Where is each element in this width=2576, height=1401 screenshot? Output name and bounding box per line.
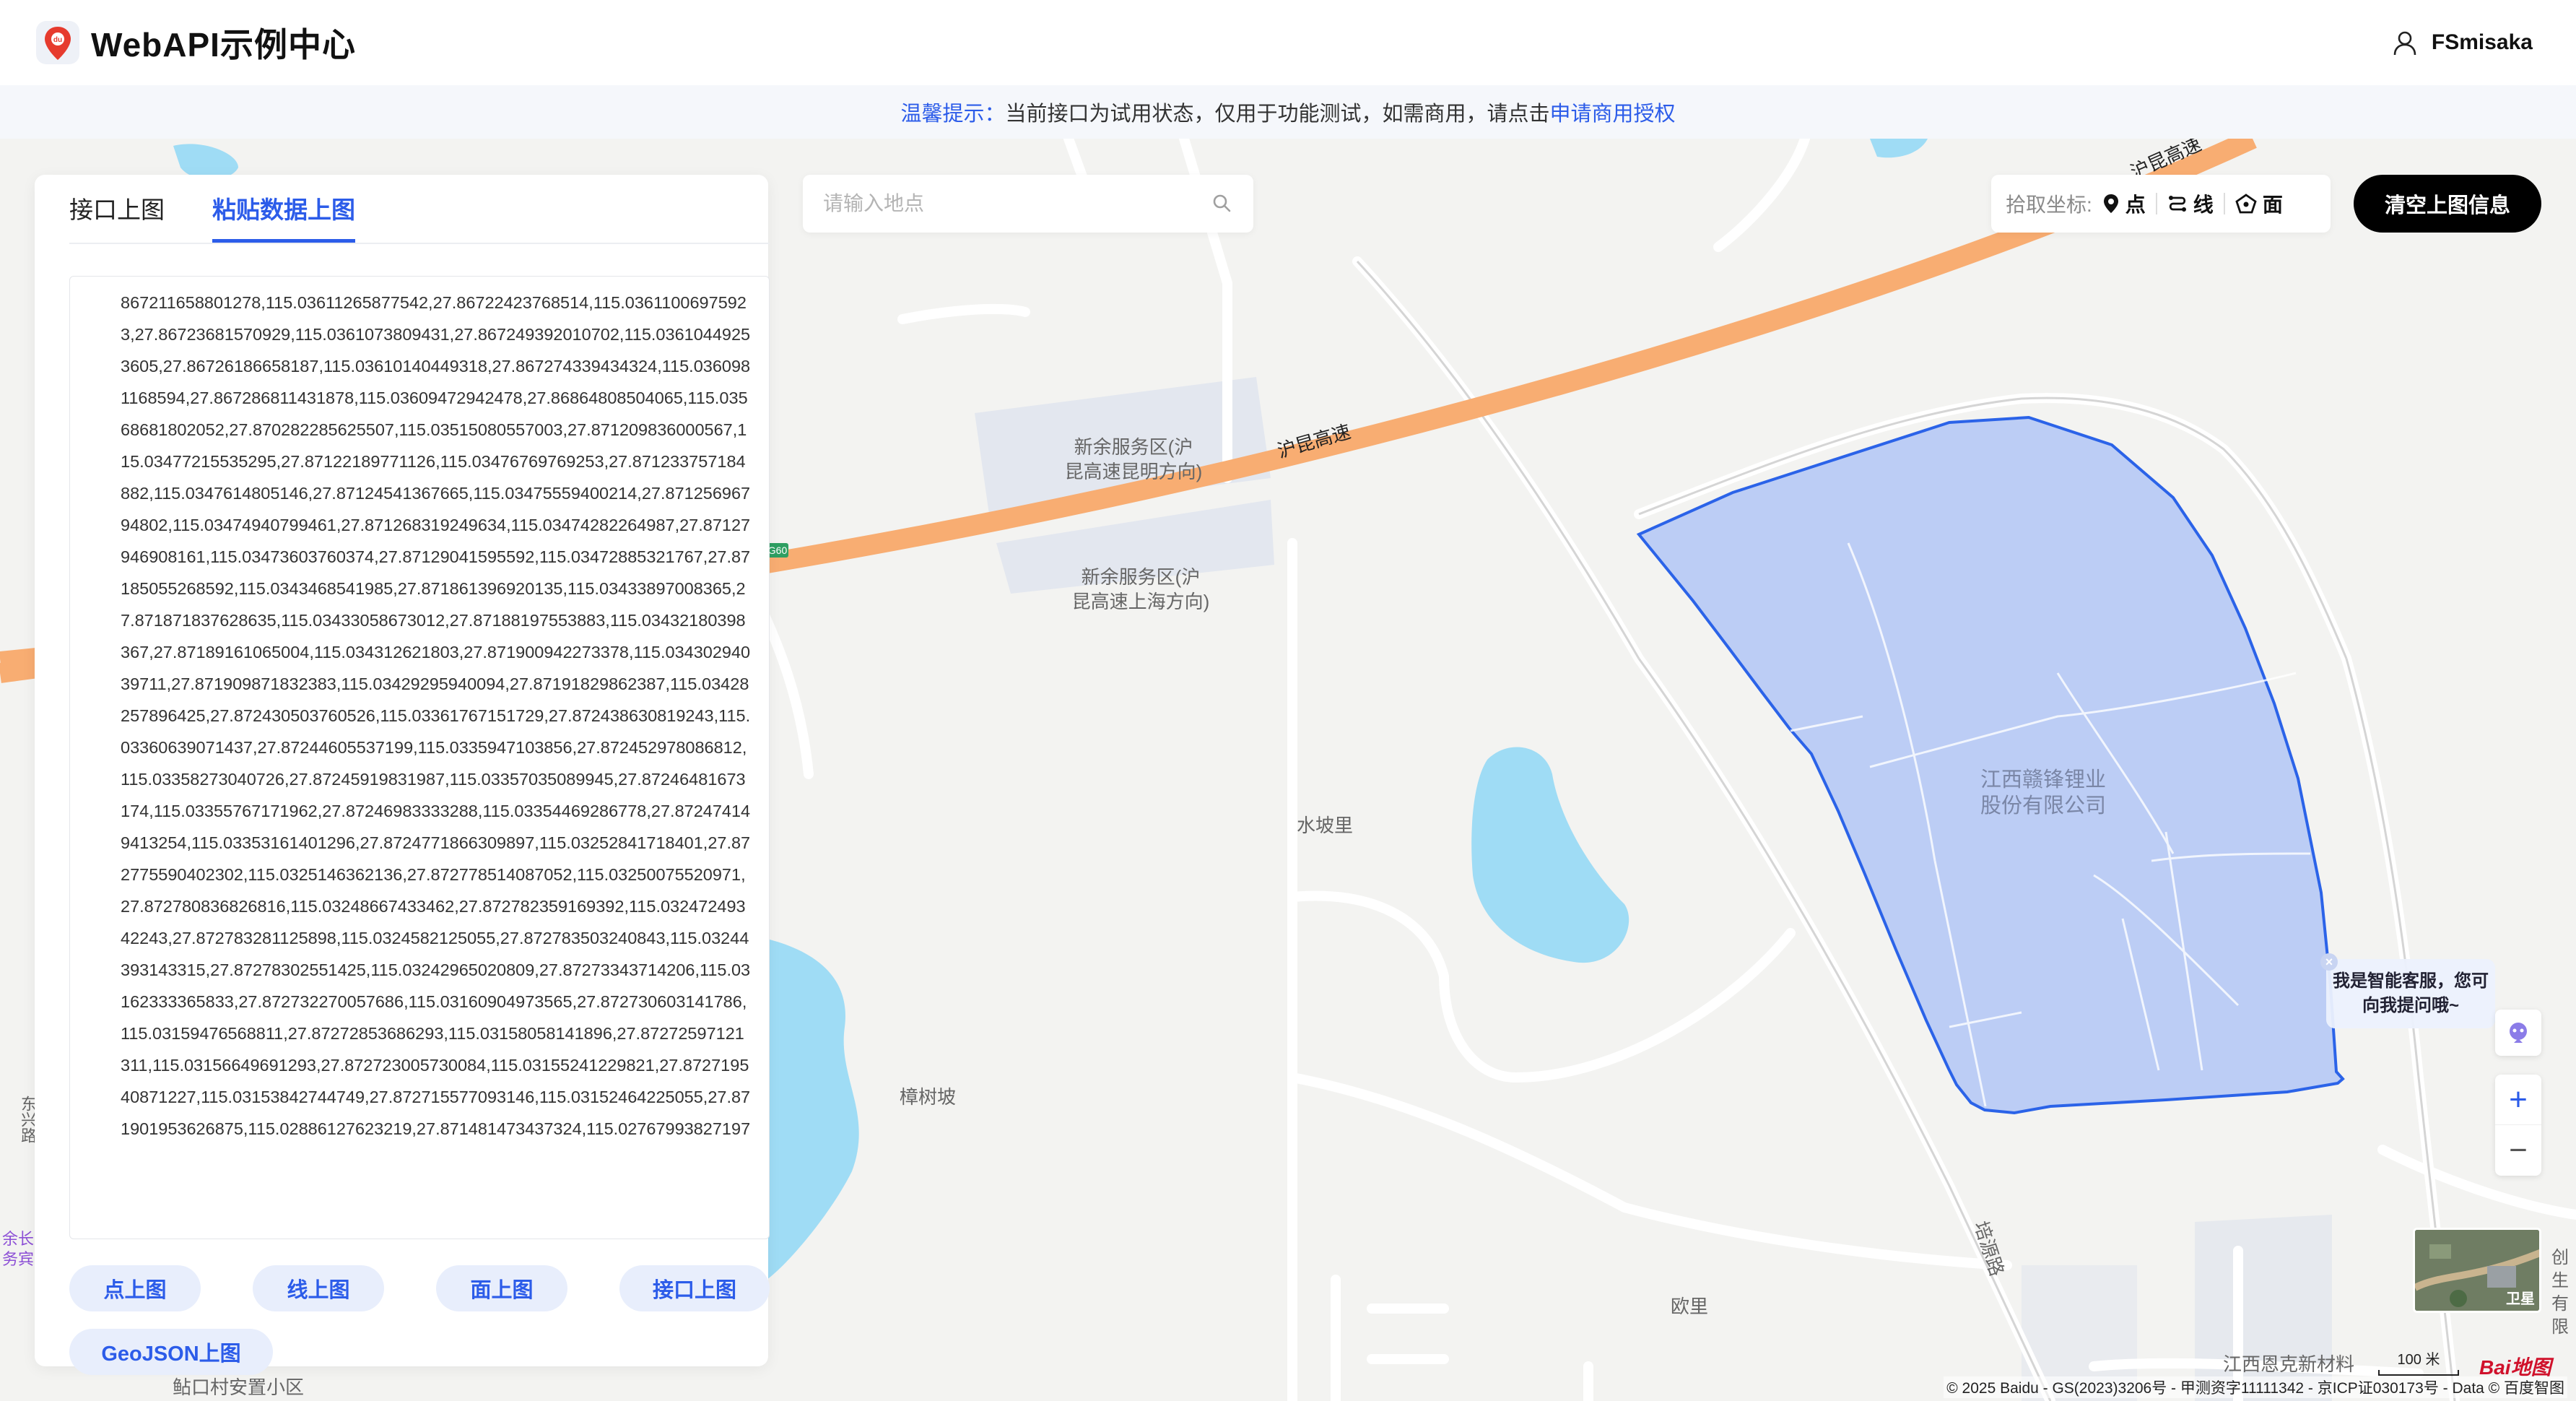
map-label-service-area-kunming[interactable]: 新余服务区(沪 昆高速昆明方向) (1040, 435, 1227, 484)
route-line-icon (2168, 196, 2186, 212)
data-panel: 接口上图 粘贴数据上图 8672116588012​78,115.0361126… (35, 175, 770, 1375)
user-menu[interactable]: FSmisaka (2391, 29, 2533, 56)
map-label-shuipoli[interactable]: 水坡里 (1285, 813, 1365, 838)
zoom-out-button[interactable]: − (2495, 1125, 2541, 1176)
panel-tabs: 接口上图 粘贴数据上图 (69, 175, 770, 244)
clear-map-button[interactable]: 清空上图信息 (2354, 175, 2541, 233)
map-label-ouli[interactable]: 欧里 (1661, 1294, 1718, 1319)
point-upload-button[interactable]: 点上图 (69, 1265, 201, 1311)
user-icon (2393, 31, 2416, 56)
zoom-control: + − (2495, 1075, 2541, 1176)
pick-point-option[interactable]: 点 (2102, 189, 2146, 218)
search-icon[interactable] (1211, 193, 1233, 214)
ai-assistant-icon[interactable] (2495, 1010, 2541, 1056)
picker-label: 拾取坐标: (2006, 194, 2092, 216)
baidu-map-pin-logo-icon: du (35, 19, 81, 66)
highway-shield: G60 (767, 543, 788, 558)
geojson-upload-button[interactable]: GeoJSON上图 (69, 1329, 273, 1375)
line-upload-button[interactable]: 线上图 (253, 1265, 384, 1311)
coordinate-textarea-content[interactable]: 8672116588012​78,115.03611265877542,27.8… (70, 277, 769, 1239)
brand[interactable]: du WebAPI示例中心 (35, 19, 356, 66)
place-search-input[interactable] (823, 192, 1211, 215)
map-label-left-poi[interactable]: 余长 务宾 (0, 1229, 36, 1270)
upload-button-row: 点上图 线上图 面上图 接口上图 (69, 1265, 770, 1311)
picker-divider (2155, 193, 2157, 214)
apply-license-link[interactable]: 申请商用授权 (1550, 97, 1676, 127)
polygon-icon (2235, 194, 2257, 214)
svg-text:du: du (53, 36, 62, 44)
place-search-box[interactable] (803, 175, 1253, 233)
close-icon[interactable]: × (2320, 953, 2338, 971)
tab-api-upload[interactable]: 接口上图 (69, 191, 165, 243)
ai-assistant-bubble[interactable]: × 我是智能客服，您可向我提问哦~ (2320, 953, 2495, 1028)
polygon-upload-button[interactable]: 面上图 (436, 1265, 567, 1311)
api-upload-button[interactable]: 接口上图 (619, 1265, 770, 1311)
username: FSmisaka (2431, 30, 2533, 54)
map-label-company[interactable]: 江西赣锋锂业 股份有限公司 (1949, 767, 2137, 819)
map-label-service-area-shanghai[interactable]: 新余服务区(沪 昆高速上海方向) (1047, 565, 1235, 614)
map-label-zhangshupo[interactable]: 樟树坡 (888, 1085, 967, 1109)
ai-assistant-text: 我是智能客服，您可向我提问哦~ (2333, 971, 2489, 1015)
pick-line-option[interactable]: 线 (2167, 189, 2214, 218)
uploaded-polygon (1636, 415, 2345, 1115)
map-label-dongxing-road: 东兴路 (19, 1096, 37, 1143)
satellite-toggle[interactable]: 卫星 (2413, 1228, 2541, 1313)
robot-icon (2510, 1023, 2527, 1043)
tab-paste-data[interactable]: 粘贴数据上图 (212, 191, 355, 243)
notice-text: 当前接口为试用状态，仅用于功能测试，如需商用，请点击 (1005, 103, 1550, 126)
picker-divider (2223, 193, 2225, 214)
location-pin-icon (2103, 194, 2118, 213)
trial-notice: 温馨提示： 当前接口为试用状态，仅用于功能测试，如需商用，请点击 申请商用授权 (0, 85, 2576, 139)
map-label-enke[interactable]: 江西恩克新材料 (2202, 1352, 2375, 1376)
map-label-village[interactable]: 鲇口村安置小区 (152, 1375, 325, 1400)
pick-polygon-option[interactable]: 面 (2235, 189, 2283, 218)
scale-label: 100 米 (2397, 1352, 2440, 1368)
app-header: du WebAPI示例中心 FSmisaka (0, 0, 2576, 85)
notice-tip: 温馨提示： (900, 103, 1006, 126)
map-copyright: © 2025 Baidu - GS(2023)3206号 - 甲测资字11111… (1944, 1376, 2567, 1398)
map-scale: 100 米 (2378, 1348, 2459, 1376)
pick-polygon-label: 面 (2262, 194, 2283, 216)
satellite-label: 卫星 (2506, 1291, 2535, 1307)
pick-point-label: 点 (2125, 194, 2146, 216)
coordinate-textarea[interactable]: 8672116588012​78,115.03611265877542,27.8… (69, 276, 770, 1239)
scale-bar (2378, 1370, 2459, 1376)
zoom-in-button[interactable]: + (2495, 1075, 2541, 1125)
map-label-right-poi[interactable]: 创生 有限 (2544, 1246, 2576, 1339)
app-title: WebAPI示例中心 (91, 26, 356, 64)
coordinate-picker: 拾取坐标: 点 线 面 (1991, 175, 2331, 233)
pick-line-label: 线 (2193, 194, 2214, 216)
geojson-button-row: GeoJSON上图 (69, 1329, 770, 1375)
